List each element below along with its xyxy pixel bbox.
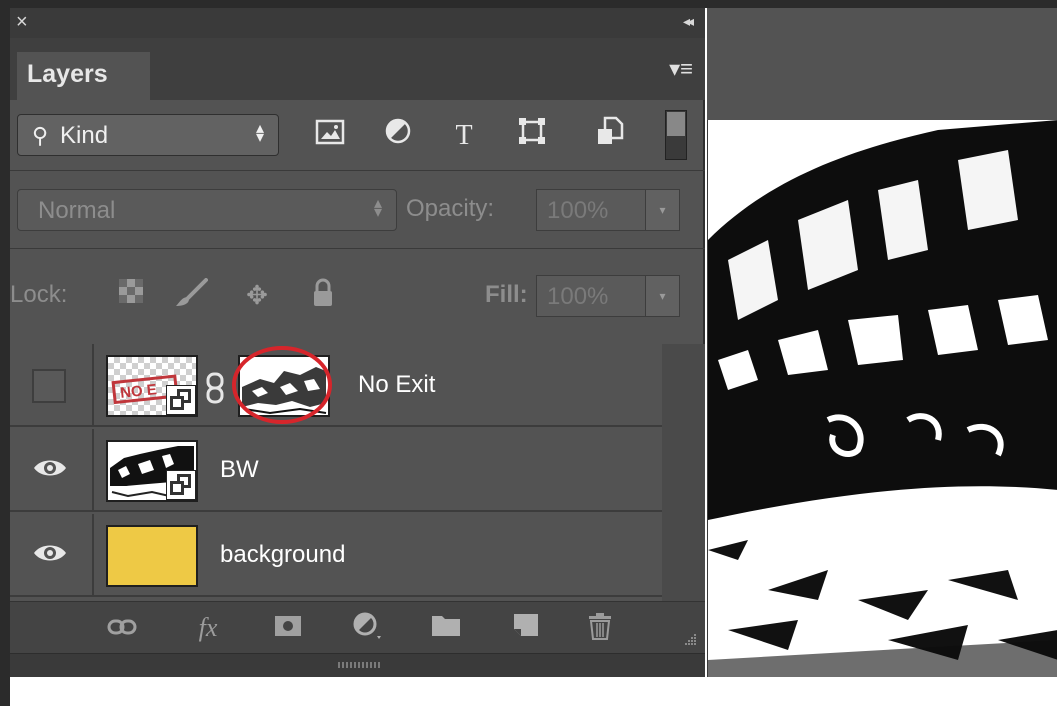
filter-kind-label: Kind <box>60 122 109 149</box>
layer-thumbnail-background[interactable] <box>106 525 198 587</box>
lock-label: Lock: <box>10 281 68 308</box>
collapse-panel-icon[interactable]: ◂◂ <box>683 13 694 30</box>
layer-name-no-exit[interactable]: No Exit <box>358 371 435 399</box>
filter-kind-select[interactable]: ⚲ Kind ▴ ▾ <box>17 114 279 156</box>
layers-list: NO E No Exit BW background <box>10 344 705 601</box>
pixel-layer-filter-icon[interactable] <box>310 116 350 156</box>
layers-scrollbar[interactable] <box>662 344 705 601</box>
opacity-value: 100% <box>547 197 609 224</box>
window-left-edge <box>0 0 10 706</box>
visibility-column <box>10 429 94 512</box>
smart-object-badge-icon <box>166 385 196 415</box>
highlight-circle <box>232 346 332 424</box>
smart-object-badge-icon <box>166 470 196 500</box>
visibility-column <box>10 514 94 597</box>
smart-object-filter-icon[interactable] <box>590 116 630 156</box>
eye-icon[interactable] <box>32 542 68 564</box>
add-mask-icon[interactable] <box>270 612 306 644</box>
document-canvas[interactable] <box>707 120 1057 677</box>
lock-all-icon[interactable] <box>306 278 340 312</box>
close-icon[interactable]: × <box>16 11 28 33</box>
tab-layers[interactable]: Layers <box>17 52 150 100</box>
resize-handle[interactable] <box>338 662 380 668</box>
lock-position-icon[interactable]: ✥ <box>240 278 274 312</box>
layer-name-background[interactable]: background <box>220 541 345 569</box>
adjustment-layer-filter-icon[interactable] <box>378 116 418 156</box>
blend-mode-label: Normal <box>38 197 116 224</box>
link-layers-icon[interactable] <box>104 612 140 644</box>
search-icon: ⚲ <box>32 123 49 148</box>
layer-row-bw[interactable]: BW <box>10 429 662 512</box>
fill-value: 100% <box>547 283 609 310</box>
fill-label: Fill: <box>485 281 528 308</box>
layer-filter-row: ⚲ Kind ▴ ▾ T <box>10 100 705 170</box>
fill-field[interactable]: 100% <box>536 275 646 317</box>
opacity-dropdown-button[interactable]: ▾ <box>646 189 680 231</box>
layers-bottom-bar: fx <box>10 601 705 653</box>
visibility-toggle-off[interactable] <box>32 369 66 403</box>
opacity-field[interactable]: 100% <box>536 189 646 231</box>
type-layer-filter-icon[interactable]: T <box>444 116 484 156</box>
blend-mode-select[interactable]: Normal ▴ ▾ <box>17 189 397 231</box>
updown-arrows-icon: ▴ ▾ <box>373 195 382 221</box>
lock-transparent-pixels-icon[interactable] <box>114 278 148 312</box>
panel-titlebar: × ◂◂ <box>10 8 705 38</box>
shape-layer-filter-icon[interactable] <box>512 116 552 156</box>
adjustment-layer-icon[interactable] <box>350 612 386 644</box>
layers-panel: × ◂◂ Layers ▾≡ ⚲ Kind ▴ ▾ T Normal ▴ ▾ O… <box>10 8 705 677</box>
new-group-icon[interactable] <box>428 612 464 644</box>
fill-dropdown-button[interactable]: ▾ <box>646 275 680 317</box>
updown-arrows-icon: ▴ ▾ <box>255 120 264 146</box>
resize-grip-icon[interactable] <box>681 633 697 647</box>
lock-image-pixels-icon[interactable] <box>174 278 208 312</box>
layer-name-bw[interactable]: BW <box>220 456 259 484</box>
fx-icon[interactable]: fx <box>190 612 226 644</box>
layer-thumbnail-no-exit[interactable]: NO E <box>106 355 198 417</box>
opacity-label: Opacity: <box>406 195 495 222</box>
lock-row: Lock: ✥ Fill: 100% ▾ <box>10 248 705 344</box>
filter-toggle-knob <box>667 112 685 136</box>
panel-tabbar: Layers ▾≡ <box>10 38 705 100</box>
eye-icon[interactable] <box>32 457 68 479</box>
visibility-column <box>10 344 94 427</box>
blend-mode-row: Normal ▴ ▾ Opacity: 100% ▾ <box>10 170 705 248</box>
filter-toggle-switch[interactable] <box>665 110 687 160</box>
layer-row-no-exit[interactable]: NO E No Exit <box>10 344 662 427</box>
layer-thumbnail-bw[interactable] <box>106 440 198 502</box>
panel-resize-bar[interactable] <box>10 653 705 677</box>
layer-row-background[interactable]: background <box>10 514 662 597</box>
graffiti-image <box>708 120 1057 677</box>
panel-menu-icon[interactable]: ▾≡ <box>669 56 693 82</box>
tab-layers-label: Layers <box>27 60 108 88</box>
mask-link-icon[interactable] <box>205 372 229 404</box>
window-top-edge <box>0 0 1057 8</box>
delete-layer-icon[interactable] <box>582 612 618 644</box>
new-layer-icon[interactable] <box>508 612 544 644</box>
